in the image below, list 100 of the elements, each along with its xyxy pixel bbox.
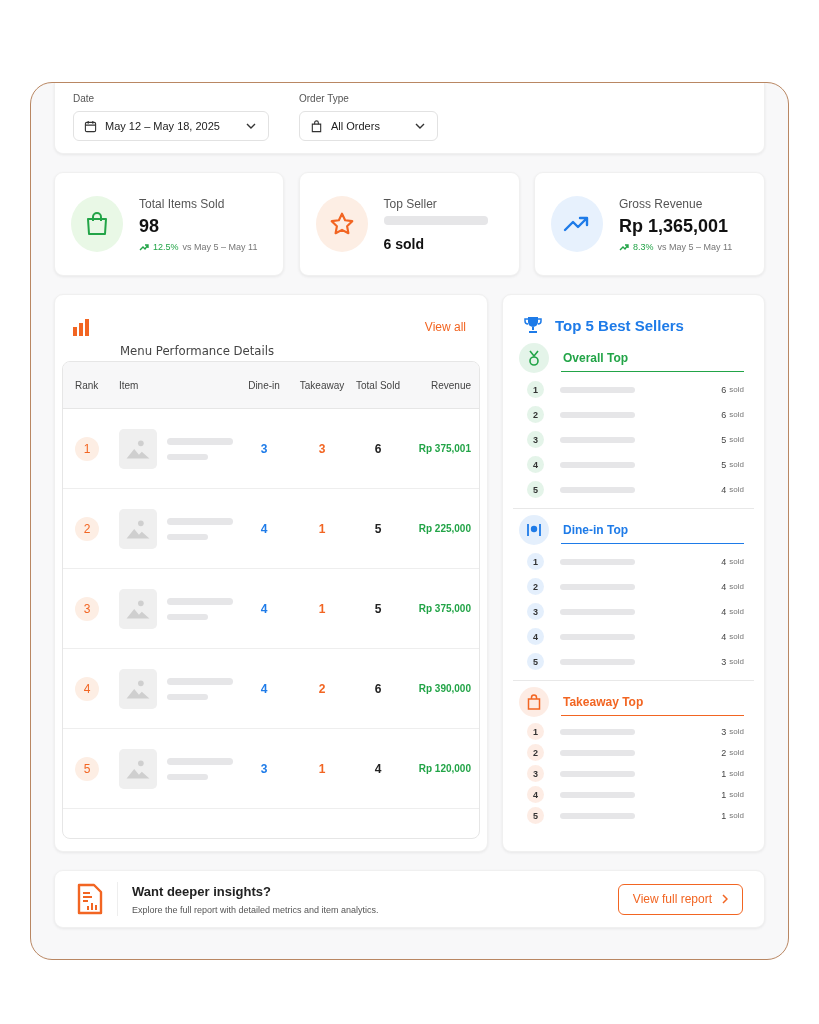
rank-badge: 3 <box>75 596 99 621</box>
sold-unit: sold <box>729 460 744 469</box>
sold-unit: sold <box>729 790 744 799</box>
table-cell-text: 4 <box>373 761 383 776</box>
table-cell-text: 1 <box>317 521 327 536</box>
table-cell-text: 5 <box>373 521 383 536</box>
stat-label: Top Seller <box>383 196 438 211</box>
bag-icon <box>527 694 541 710</box>
sold-count: 5 <box>721 459 727 470</box>
trend-up-icon <box>563 214 591 234</box>
column-header: Revenue <box>429 379 472 391</box>
insight-description: Explore the full report with detailed metrics and item analytics. <box>132 904 380 915</box>
table-cell-text: 5 <box>373 601 383 616</box>
comparison-text: vs May 5 – May 11 <box>657 241 733 252</box>
table-cell-text: 6 <box>373 441 383 456</box>
table-cell-text: 1 <box>317 761 327 776</box>
filter-label: Date <box>73 93 96 104</box>
sold-unit: sold <box>729 410 744 419</box>
filter-label: Order Type <box>299 93 350 104</box>
rank-badge: 2 <box>527 744 544 761</box>
bar-chart-icon <box>72 317 92 337</box>
section-title: Menu Performance Details <box>120 343 276 358</box>
placeholder-bar <box>167 773 208 780</box>
sold-unit: sold <box>729 435 744 444</box>
sold-count: 4 <box>721 606 727 617</box>
group-title: Overall Top <box>561 344 744 372</box>
sold-count: 6 <box>721 409 727 420</box>
placeholder-bar <box>167 613 208 620</box>
comparison-text: vs May 5 – May 11 <box>182 241 258 252</box>
sold-count: 1 <box>721 768 727 779</box>
image-icon <box>119 507 157 550</box>
sold-count: 5 <box>721 434 727 445</box>
rank-badge: 1 <box>527 723 544 740</box>
sold-unit: sold <box>729 748 744 757</box>
sold-count: 4 <box>721 631 727 642</box>
sold-count: 6 <box>721 384 727 395</box>
table-cell-text: Rp 390,000 <box>417 683 472 694</box>
utensils-icon <box>526 523 542 537</box>
column-header: Takeaway <box>298 379 346 391</box>
column-header: Total Sold <box>355 379 401 391</box>
trend-up-icon <box>139 242 149 251</box>
image-icon <box>119 747 157 790</box>
placeholder-bar <box>167 453 208 460</box>
sold-unit: sold <box>729 632 744 641</box>
column-header: Dine-in <box>247 379 281 391</box>
table-cell-text: 3 <box>259 761 269 776</box>
placeholder-bar <box>167 437 233 445</box>
change-percent: 8.3% <box>633 241 654 252</box>
trophy-icon <box>523 315 543 335</box>
placeholder-bar <box>167 533 208 540</box>
placeholder-bar <box>167 597 233 605</box>
rank-badge: 4 <box>75 676 99 701</box>
table-cell-text: Rp 375,000 <box>417 603 472 614</box>
group-title: Dine-in Top <box>561 516 744 544</box>
rank-badge: 3 <box>527 765 544 782</box>
trend-up-icon <box>619 242 629 251</box>
image-icon <box>119 427 157 470</box>
chevron-down-icon <box>415 123 425 129</box>
sold-count: 4 <box>721 484 727 495</box>
filter-dropdown[interactable]: All Orders <box>299 111 438 141</box>
sold-unit: sold <box>729 485 744 494</box>
sold-unit: sold <box>729 727 744 736</box>
group-title: Takeaway Top <box>561 688 744 716</box>
table-cell-text: Rp 225,000 <box>417 523 472 534</box>
shopping-bag-icon <box>84 211 110 237</box>
sold-unit: sold <box>729 657 744 666</box>
rank-badge: 2 <box>527 406 544 423</box>
image-icon <box>119 587 157 630</box>
sold-unit: sold <box>729 385 744 394</box>
chevron-down-icon <box>246 123 256 129</box>
stat-value: 6 sold <box>383 235 425 252</box>
rank-badge: 3 <box>527 431 544 448</box>
sold-count: 1 <box>721 789 727 800</box>
sold-unit: sold <box>729 557 744 566</box>
placeholder-bar <box>167 757 233 765</box>
star-icon <box>328 211 355 237</box>
sold-count: 1 <box>721 810 727 821</box>
chevron-right-icon <box>722 894 728 904</box>
insight-title: Want deeper insights? <box>132 883 272 899</box>
stat-label: Gross Revenue <box>619 196 704 211</box>
rank-badge: 4 <box>527 628 544 645</box>
rank-badge: 1 <box>527 553 544 570</box>
rank-badge: 5 <box>527 481 544 498</box>
table-cell-text: 4 <box>259 521 269 536</box>
sold-count: 2 <box>721 747 727 758</box>
rank-badge: 4 <box>527 456 544 473</box>
table-cell-text: 6 <box>373 681 383 696</box>
table-cell-text: 1 <box>317 601 327 616</box>
sold-count: 4 <box>721 581 727 592</box>
stat-value: 98 <box>139 215 161 237</box>
sold-unit: sold <box>729 582 744 591</box>
rank-badge: 2 <box>527 578 544 595</box>
table-cell-text: 4 <box>259 681 269 696</box>
sold-unit: sold <box>729 769 744 778</box>
sold-unit: sold <box>729 811 744 820</box>
table-cell-text: Rp 120,000 <box>417 763 472 774</box>
table-cell-text: Rp 375,001 <box>417 443 472 454</box>
calendar-icon <box>84 119 97 133</box>
column-header: Item <box>118 379 140 391</box>
filter-dropdown[interactable]: May 12 – May 18, 2025 <box>73 111 269 141</box>
